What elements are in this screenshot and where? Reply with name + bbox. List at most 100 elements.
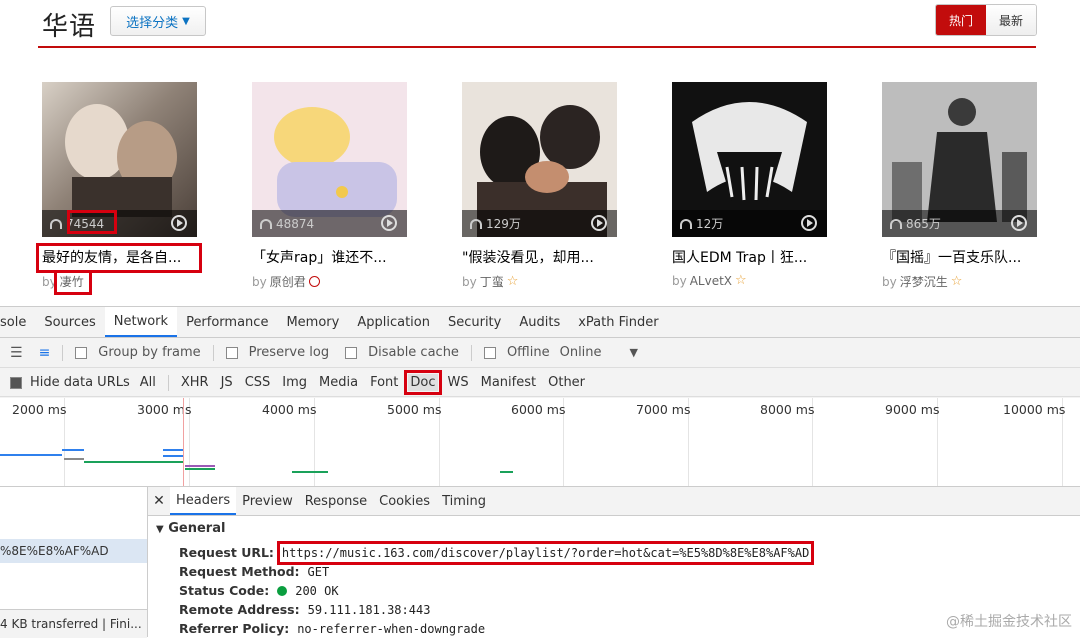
filter-all[interactable]: All xyxy=(138,374,158,391)
tab-audits[interactable]: Audits xyxy=(510,307,569,337)
tab-cookies[interactable]: Cookies xyxy=(373,487,436,515)
playlist-cover[interactable]: 129万 xyxy=(462,82,617,237)
waterfall-bar xyxy=(163,455,183,457)
headphones-icon xyxy=(50,218,62,229)
playlist-card: 74544 最好的友情，是各自... by 凄竹 xyxy=(42,82,202,290)
waterfall-bar xyxy=(292,471,328,473)
close-icon[interactable]: ✕ xyxy=(148,493,170,509)
waterfall-bar xyxy=(500,471,513,473)
triangle-down-icon: ▼ xyxy=(156,524,164,535)
cover-info-bar: 865万 xyxy=(882,210,1037,237)
tab-application[interactable]: Application xyxy=(348,307,439,337)
timeline-tick: 2000 ms xyxy=(12,402,67,417)
play-icon[interactable] xyxy=(591,215,607,231)
toolbar-divider xyxy=(470,344,472,361)
playlist-title[interactable]: 「女声rap」谁还不... xyxy=(252,247,412,267)
select-category-button[interactable]: 选择分类 ▼ xyxy=(110,6,206,36)
general-section-header[interactable]: ▼ General xyxy=(156,521,225,536)
dropdown-arrow-icon[interactable]: ▼ xyxy=(630,346,638,359)
play-icon[interactable] xyxy=(381,215,397,231)
filter-manifest[interactable]: Manifest xyxy=(479,374,538,391)
tab-preview[interactable]: Preview xyxy=(236,487,299,515)
preserve-log-label: Preserve log xyxy=(248,345,330,360)
offline-checkbox[interactable] xyxy=(483,346,496,359)
by-label: by xyxy=(252,274,267,289)
headphones-icon xyxy=(260,218,272,229)
tab-network[interactable]: Network xyxy=(104,307,178,337)
disable-cache-label: Disable cache xyxy=(368,345,459,360)
playlist-title[interactable]: "假装没看见，却用... xyxy=(462,247,622,267)
filter-ws[interactable]: WS xyxy=(446,374,471,391)
playlist-cover[interactable]: 48874 xyxy=(252,82,407,237)
tab-timing[interactable]: Timing xyxy=(436,487,492,515)
tab-security[interactable]: Security xyxy=(439,307,510,337)
filter-font[interactable]: Font xyxy=(368,374,400,391)
star-icon: ☆ xyxy=(735,273,747,288)
status-code-value: 200 OK xyxy=(295,584,339,598)
filter-media[interactable]: Media xyxy=(317,374,360,391)
group-by-frame-checkbox[interactable] xyxy=(75,346,88,359)
remote-address-row: Remote Address: 59.111.181.38:443 xyxy=(179,602,430,617)
waterfall-view-icon[interactable]: ≡ xyxy=(39,345,51,361)
tab-performance[interactable]: Performance xyxy=(177,307,277,337)
tab-console[interactable]: sole xyxy=(0,307,35,337)
preserve-log-checkbox[interactable] xyxy=(225,346,238,359)
play-count: 48874 xyxy=(276,216,315,231)
filter-js[interactable]: JS xyxy=(219,374,235,391)
playlist-card: 865万 『国摇』一百支乐队... by 浮梦沉生 ☆ xyxy=(882,82,1042,290)
tab-sources[interactable]: Sources xyxy=(35,307,104,337)
play-icon[interactable] xyxy=(801,215,817,231)
star-icon: ☆ xyxy=(506,274,519,289)
verified-badge-icon xyxy=(308,276,320,287)
devtools-tabs: sole Sources Network Performance Memory … xyxy=(0,307,1080,338)
headphones-icon xyxy=(470,218,482,229)
playlist-author: by 浮梦沉生 ☆ xyxy=(882,273,1042,290)
request-row-selected[interactable]: %8E%E8%AF%AD xyxy=(0,539,147,563)
waterfall-bar xyxy=(163,449,183,451)
playlist-card: 48874 「女声rap」谁还不... by 原创君 xyxy=(252,82,412,290)
filter-xhr[interactable]: XHR xyxy=(179,374,211,391)
hide-data-urls-checkbox[interactable] xyxy=(10,376,22,389)
network-overview-timeline[interactable]: 2000 ms 3000 ms 4000 ms 5000 ms 6000 ms … xyxy=(0,398,1080,487)
filter-other[interactable]: Other xyxy=(546,374,587,391)
tab-xpath-finder[interactable]: xPath Finder xyxy=(569,307,667,337)
playlist-cover[interactable]: 12万 xyxy=(672,82,827,237)
filter-bar: Hide data URLs All XHR JS CSS Img Media … xyxy=(0,369,1080,397)
tab-headers[interactable]: Headers xyxy=(170,487,237,515)
sort-hot-button[interactable]: 热门 xyxy=(936,5,986,35)
playlist-cover[interactable]: 74544 xyxy=(42,82,197,237)
filter-css[interactable]: CSS xyxy=(243,374,273,391)
by-label: by xyxy=(462,274,477,289)
filter-img[interactable]: Img xyxy=(280,374,309,391)
playlist-title[interactable]: 最好的友情，是各自... xyxy=(42,247,202,267)
timeline-tick: 8000 ms xyxy=(760,402,815,417)
tab-memory[interactable]: Memory xyxy=(277,307,348,337)
play-icon[interactable] xyxy=(1011,215,1027,231)
play-count: 74544 xyxy=(66,216,105,231)
throttling-select[interactable]: Online xyxy=(560,345,602,360)
play-count: 865万 xyxy=(906,217,941,231)
headphones-icon xyxy=(890,218,902,229)
sort-new-button[interactable]: 最新 xyxy=(986,5,1036,35)
author-name[interactable]: 丁蛮 xyxy=(480,273,504,290)
request-method-value: GET xyxy=(307,565,330,579)
playlist-author: by 原创君 xyxy=(252,273,412,290)
waterfall-bar xyxy=(64,458,84,460)
waterfall-bar xyxy=(62,449,84,451)
playlist-author: by 凄竹 xyxy=(42,273,202,290)
timeline-tick: 9000 ms xyxy=(885,402,940,417)
author-name[interactable]: 原创君 xyxy=(270,273,306,290)
play-icon[interactable] xyxy=(171,215,187,231)
disable-cache-checkbox[interactable] xyxy=(345,346,358,359)
author-name[interactable]: 凄竹 xyxy=(60,273,84,290)
filter-doc[interactable]: Doc xyxy=(404,370,442,395)
author-name[interactable]: ALvetX xyxy=(690,274,732,288)
playlist-cover[interactable]: 865万 xyxy=(882,82,1037,237)
playlist-title[interactable]: 『国摇』一百支乐队... xyxy=(882,247,1042,267)
playlist-title[interactable]: 国人EDM Trap丨狂... xyxy=(672,247,832,267)
devtools-panel: sole Sources Network Performance Memory … xyxy=(0,306,1080,638)
list-view-icon[interactable]: ☰ xyxy=(10,345,23,361)
referrer-policy-row: Referrer Policy: no-referrer-when-downgr… xyxy=(179,621,485,636)
author-name[interactable]: 浮梦沉生 xyxy=(900,273,948,290)
tab-response[interactable]: Response xyxy=(299,487,373,515)
